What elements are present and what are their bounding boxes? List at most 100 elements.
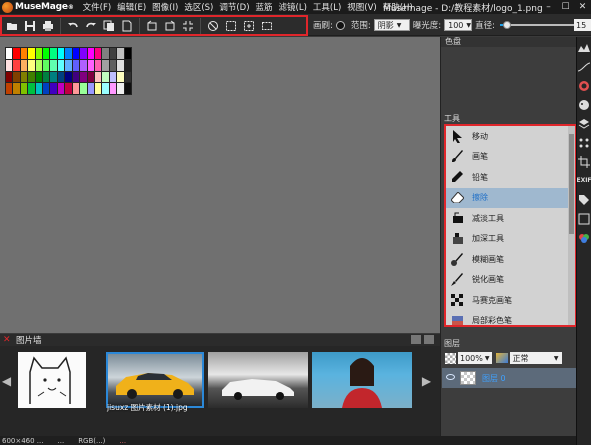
color-swatch[interactable]: [65, 59, 72, 71]
rotate-left-button[interactable]: [143, 17, 161, 35]
tool-item-local-color-brush[interactable]: 局部彩色笔: [446, 311, 575, 325]
color-swatch[interactable]: [80, 48, 87, 59]
palette-icon[interactable]: [578, 98, 591, 111]
frame-icon[interactable]: [578, 212, 591, 225]
color-swatch[interactable]: [6, 83, 13, 94]
filmstrip-next-button[interactable]: ▶: [420, 346, 433, 416]
color-swatch[interactable]: [28, 71, 35, 83]
color-swatch[interactable]: [94, 83, 102, 94]
open-file-button[interactable]: [3, 17, 21, 35]
color-swatch[interactable]: [6, 48, 13, 59]
tools-scrollbar-thumb[interactable]: [569, 134, 574, 234]
tool-item-eraser[interactable]: 擦除: [446, 187, 575, 208]
print-button[interactable]: [39, 17, 57, 35]
tag-icon[interactable]: [578, 193, 591, 206]
filmstrip-prev-button[interactable]: ◀: [0, 346, 13, 416]
color-swatch[interactable]: [102, 59, 109, 71]
color-swatch[interactable]: [72, 59, 80, 71]
color-swatch[interactable]: [72, 83, 80, 94]
color-swatch[interactable]: [109, 48, 117, 59]
color-swatch[interactable]: [124, 71, 131, 83]
menu-edit[interactable]: 编辑(E): [114, 1, 149, 13]
copy-button[interactable]: [100, 17, 118, 35]
color-swatch[interactable]: [72, 48, 80, 59]
menu-image[interactable]: 图像(I): [149, 1, 181, 13]
color-swatch[interactable]: [94, 59, 102, 71]
color-swatch[interactable]: [13, 59, 20, 71]
menu-mask[interactable]: 蓝筋: [253, 1, 276, 13]
tool-item-brush[interactable]: 画笔: [446, 147, 575, 168]
color-swatch[interactable]: [109, 71, 117, 83]
color-swatch[interactable]: [35, 71, 43, 83]
color-swatch[interactable]: [50, 59, 57, 71]
thumbnail-yellow-car[interactable]: [106, 352, 204, 408]
tools-scrollbar[interactable]: [568, 126, 575, 325]
color-swatch[interactable]: [13, 48, 20, 59]
redo-button[interactable]: [82, 17, 100, 35]
color-swatch[interactable]: [6, 71, 13, 83]
maximize-button[interactable]: ☐: [557, 0, 574, 14]
color-swatch[interactable]: [57, 59, 65, 71]
close-button[interactable]: ✕: [574, 0, 591, 14]
image-alt-icon[interactable]: [424, 335, 434, 344]
color-swatch[interactable]: [109, 59, 117, 71]
color-swatch[interactable]: [72, 71, 80, 83]
color-swatch[interactable]: [87, 59, 94, 71]
thumbnail-cat-drawing[interactable]: [18, 352, 86, 408]
color-swatch[interactable]: [35, 59, 43, 71]
color-swatch[interactable]: [80, 71, 87, 83]
color-swatch[interactable]: [43, 71, 50, 83]
color-wheel-icon[interactable]: [578, 79, 591, 92]
color-swatch[interactable]: [20, 59, 28, 71]
color-swatch[interactable]: [117, 48, 124, 59]
tool-item-burn[interactable]: 加深工具: [446, 229, 575, 250]
layer-item[interactable]: 图层 0: [442, 368, 576, 388]
select-all-button[interactable]: [222, 17, 240, 35]
color-swatch[interactable]: [35, 83, 43, 94]
color-swatch[interactable]: [43, 83, 50, 94]
minimize-button[interactable]: –: [540, 0, 557, 14]
exposure-select[interactable]: 100 ▼: [444, 19, 473, 31]
eye-icon[interactable]: [446, 374, 455, 380]
color-swatch[interactable]: [20, 48, 28, 59]
menu-filter[interactable]: 滤镜(L): [276, 1, 310, 13]
color-swatch[interactable]: [50, 83, 57, 94]
color-swatch[interactable]: [80, 59, 87, 71]
color-swatch[interactable]: [87, 48, 94, 59]
image-icon[interactable]: [411, 335, 421, 344]
thumbnail-bw-car[interactable]: [208, 352, 308, 408]
color-swatch[interactable]: [28, 48, 35, 59]
tool-item-move[interactable]: 移动: [446, 126, 575, 147]
color-swatch[interactable]: [109, 83, 117, 94]
tool-item-pencil[interactable]: 铅笔: [446, 167, 575, 188]
color-swatch[interactable]: [35, 48, 43, 59]
color-swatch[interactable]: [6, 59, 13, 71]
color-swatch[interactable]: [65, 83, 72, 94]
layer-mask-icon[interactable]: [445, 352, 456, 364]
menu-view[interactable]: 视图(V): [344, 1, 379, 13]
color-balls-icon[interactable]: [578, 231, 591, 244]
close-icon[interactable]: ✕: [3, 335, 13, 345]
color-swatch[interactable]: [102, 71, 109, 83]
deselect-button[interactable]: [204, 17, 222, 35]
color-swatch[interactable]: [117, 71, 124, 83]
select-region-button[interactable]: [258, 17, 276, 35]
color-swatch[interactable]: [20, 83, 28, 94]
menu-file[interactable]: 文件(F): [80, 1, 115, 13]
brush-color-swatch[interactable]: [335, 20, 345, 30]
color-swatch[interactable]: [80, 83, 87, 94]
diameter-value-input[interactable]: 15: [574, 19, 591, 31]
save-button[interactable]: [21, 17, 39, 35]
color-swatch[interactable]: [94, 71, 102, 83]
color-swatch[interactable]: [65, 48, 72, 59]
color-swatch[interactable]: [28, 83, 35, 94]
color-swatch[interactable]: [57, 71, 65, 83]
color-swatch[interactable]: [124, 59, 131, 71]
color-swatch[interactable]: [13, 83, 20, 94]
dots-grid-icon[interactable]: [578, 136, 591, 149]
curves-icon[interactable]: [578, 60, 591, 73]
tool-item-sharpen-brush[interactable]: 锐化画笔: [446, 270, 575, 291]
blend-mode-select[interactable]: 正常 ▼: [509, 352, 562, 364]
tool-item-dodge[interactable]: 减淡工具: [446, 208, 575, 229]
color-swatch[interactable]: [102, 83, 109, 94]
